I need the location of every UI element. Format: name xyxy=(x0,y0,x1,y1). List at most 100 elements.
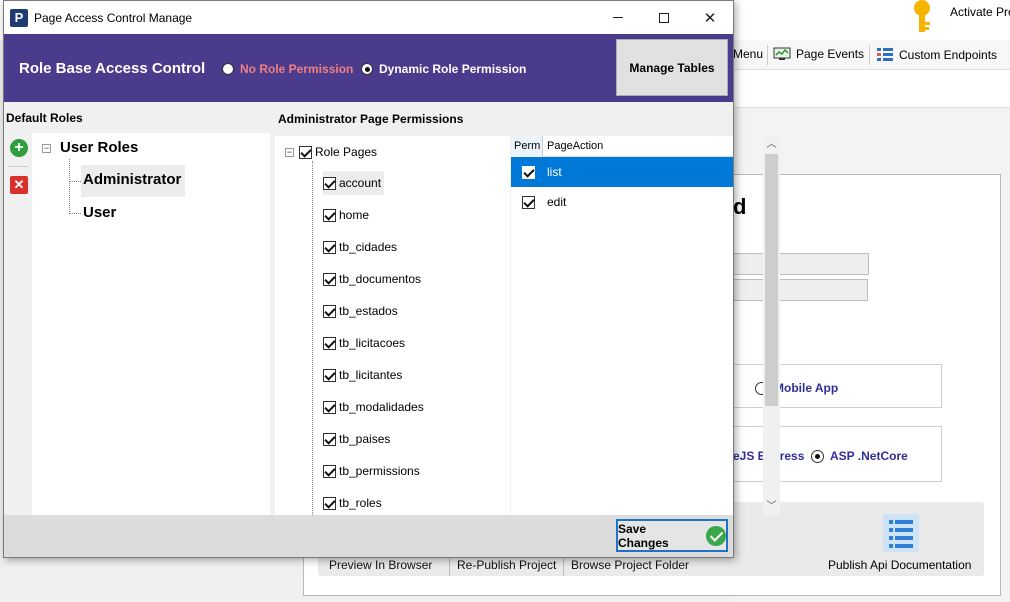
aspnet-radio[interactable]: ASP .NetCore xyxy=(811,449,908,463)
toolbar-menu-label: Menu xyxy=(733,47,764,61)
page-checkbox[interactable] xyxy=(323,304,336,318)
separator xyxy=(449,556,450,576)
page-item-tb-paises[interactable]: tb_paises xyxy=(323,427,390,451)
page-item-tb-cidades[interactable]: tb_cidades xyxy=(323,235,397,259)
monitor-icon xyxy=(773,47,791,60)
close-icon: ✕ xyxy=(703,9,717,27)
role-tools: + ✕ xyxy=(6,133,30,515)
save-changes-button[interactable]: Save Changes xyxy=(616,519,728,552)
no-role-permission-label: No Role Permission xyxy=(240,62,354,76)
save-changes-label: Save Changes xyxy=(618,521,669,550)
role-administrator[interactable]: Administrator xyxy=(81,165,185,197)
background-heading: d xyxy=(733,194,747,219)
activate-pro-link[interactable]: Activate Pro xyxy=(950,5,1010,19)
grid-header-perm[interactable]: Perm xyxy=(511,136,543,157)
grid-row[interactable]: list xyxy=(511,157,733,187)
add-role-button[interactable]: + xyxy=(10,139,28,157)
tree-line xyxy=(312,161,313,515)
documentation-icon[interactable] xyxy=(883,514,919,552)
separator xyxy=(563,556,564,576)
toolbar-menu[interactable]: Menu xyxy=(733,47,763,61)
page-checkbox[interactable] xyxy=(323,272,336,286)
row-action-label: edit xyxy=(547,195,567,209)
page-item-tb-permissions[interactable]: tb_permissions xyxy=(323,459,420,483)
page-access-control-dialog: P Page Access Control Manage ✕ Role Base… xyxy=(3,0,780,558)
page-checkbox[interactable] xyxy=(323,240,336,254)
maximize-button[interactable] xyxy=(641,1,687,34)
tree-root-user-roles[interactable]: User Roles xyxy=(60,139,138,156)
toolbar-custom-endpoints-label: Custom Endpoints xyxy=(899,48,998,62)
page-checkbox[interactable] xyxy=(323,368,336,382)
page-label: tb_licitacoes xyxy=(339,336,406,350)
scroll-down-icon[interactable]: ﹀ xyxy=(763,498,780,515)
page-item-tb-licitantes[interactable]: tb_licitantes xyxy=(323,363,402,387)
collapse-icon[interactable]: − xyxy=(42,144,51,153)
page-item-tb-documentos[interactable]: tb_documentos xyxy=(323,267,421,291)
app-logo-icon: P xyxy=(10,9,28,27)
default-roles-label: Default Roles xyxy=(6,111,83,125)
page-checkbox[interactable] xyxy=(323,336,336,350)
grid-header-page-action[interactable]: PageAction xyxy=(544,136,733,157)
page-item-home[interactable]: home xyxy=(323,203,369,227)
preview-in-browser-button[interactable]: Preview In Browser xyxy=(329,558,432,572)
tree-line xyxy=(69,213,81,214)
toolbar-page-events[interactable]: Page Events xyxy=(773,47,864,61)
page-tree-scrollbar[interactable]: ︿ ﹀ xyxy=(763,136,780,515)
role-user[interactable]: User xyxy=(83,204,116,221)
delete-role-button[interactable]: ✕ xyxy=(10,176,28,194)
toolbar-custom-endpoints[interactable]: Custom Endpoints xyxy=(876,47,997,63)
dialog-titlebar[interactable]: P Page Access Control Manage ✕ xyxy=(4,1,733,34)
page-action-grid: Perm PageAction list edit xyxy=(511,136,733,515)
tree-root-role-pages[interactable]: Role Pages xyxy=(299,145,377,159)
background-input-2[interactable] xyxy=(733,279,868,301)
page-item-tb-licitacoes[interactable]: tb_licitacoes xyxy=(323,331,405,355)
scroll-up-icon[interactable]: ︿ xyxy=(763,136,780,153)
row-checkbox[interactable] xyxy=(522,195,535,209)
page-item-account[interactable]: account xyxy=(323,171,385,195)
minimize-icon xyxy=(613,17,623,18)
page-item-tb-roles[interactable]: tb_roles xyxy=(323,491,382,515)
publish-api-documentation-button[interactable]: Publish Api Documentation xyxy=(828,558,971,572)
page-label: tb_licitantes xyxy=(339,368,403,382)
plus-icon: + xyxy=(14,139,24,156)
collapse-icon[interactable]: − xyxy=(285,148,294,157)
background-toolbar: Menu Page Events Custom Endpoints xyxy=(733,40,1010,70)
no-role-permission-radio[interactable]: No Role Permission xyxy=(222,62,353,76)
tree-line xyxy=(69,181,81,182)
row-action-label: list xyxy=(547,165,562,179)
toolbar-separator xyxy=(869,45,870,65)
page-checkbox[interactable] xyxy=(323,496,336,510)
page-label: account xyxy=(339,176,382,190)
manage-tables-button[interactable]: Manage Tables xyxy=(616,39,728,96)
row-checkbox[interactable] xyxy=(522,165,535,179)
header-title: Role Base Access Control xyxy=(19,60,206,77)
background-band xyxy=(733,70,1010,108)
toolbar-page-events-label: Page Events xyxy=(796,47,865,61)
close-button[interactable]: ✕ xyxy=(687,1,733,34)
page-checkbox[interactable] xyxy=(323,208,336,222)
dynamic-role-permission-radio[interactable]: Dynamic Role Permission xyxy=(361,62,526,76)
republish-project-button[interactable]: Re-Publish Project xyxy=(457,558,556,572)
page-checkbox[interactable] xyxy=(323,432,336,446)
grid-header: Perm PageAction xyxy=(511,136,733,157)
page-checkbox[interactable] xyxy=(323,176,336,190)
tree-line xyxy=(69,159,70,214)
tool-divider xyxy=(8,166,28,167)
page-label: tb_cidades xyxy=(339,240,398,254)
scroll-thumb[interactable] xyxy=(765,154,778,406)
role-pages-label: Role Pages xyxy=(315,145,378,159)
page-label: tb_roles xyxy=(339,496,382,510)
permissions-label: Administrator Page Permissions xyxy=(278,112,464,126)
page-checkbox[interactable] xyxy=(323,464,336,478)
grid-row[interactable]: edit xyxy=(511,187,733,217)
minimize-button[interactable] xyxy=(595,1,641,34)
page-item-tb-modalidades[interactable]: tb_modalidades xyxy=(323,395,424,419)
page-label: tb_estados xyxy=(339,304,398,318)
background-input-1[interactable] xyxy=(733,253,869,275)
root-checkbox[interactable] xyxy=(299,145,312,159)
list-icon xyxy=(877,48,893,61)
page-checkbox[interactable] xyxy=(323,400,336,414)
page-item-tb-estados[interactable]: tb_estados xyxy=(323,299,398,323)
browse-project-folder-button[interactable]: Browse Project Folder xyxy=(571,558,689,572)
page-label: tb_permissions xyxy=(339,464,420,478)
